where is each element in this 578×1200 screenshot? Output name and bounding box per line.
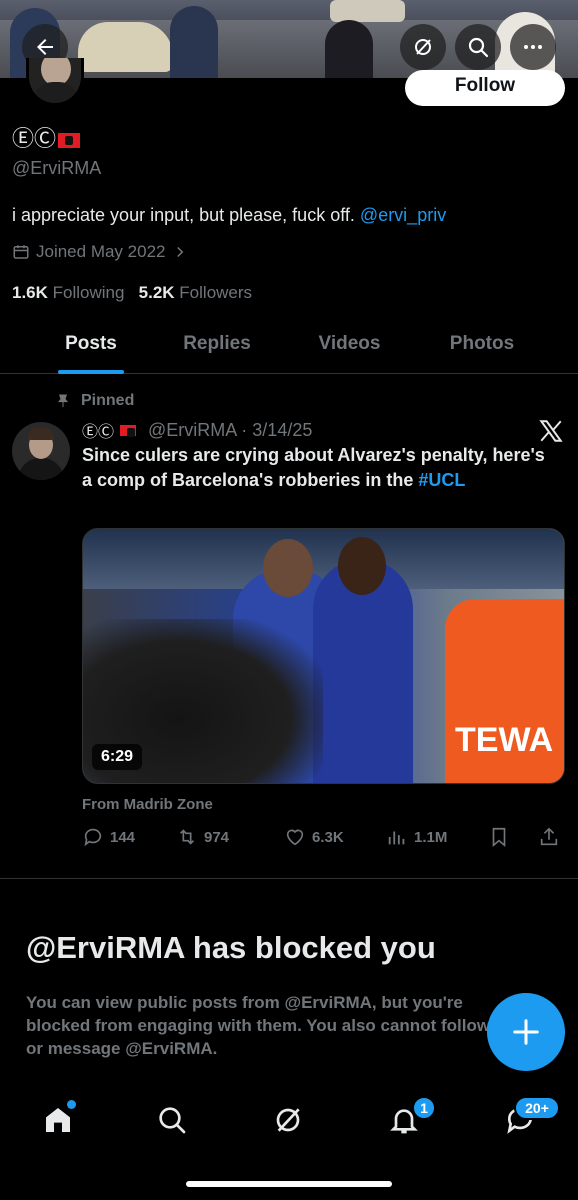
banner-figure: [325, 20, 373, 78]
post-text: Since culers are crying about Alvarez's …: [82, 443, 552, 493]
like-button[interactable]: 6.3K: [284, 826, 344, 848]
grok-button[interactable]: [400, 24, 446, 70]
pin-icon: [58, 394, 68, 407]
bookmark-icon: [492, 827, 506, 848]
nav-explore[interactable]: [152, 1100, 192, 1140]
nav-grok[interactable]: [268, 1100, 308, 1140]
repost-icon: [179, 829, 195, 845]
blocked-message: You can view public posts from @ErviRMA,…: [26, 993, 491, 1058]
avatar-body: [18, 458, 64, 480]
bio-text: i appreciate your input, but please, fuc…: [12, 205, 355, 225]
more-dots-icon: [524, 45, 542, 49]
video-duration: 6:29: [92, 744, 143, 770]
post-video[interactable]: TEWA: [82, 528, 565, 784]
arrow-left-icon: [37, 39, 53, 55]
share-button[interactable]: [538, 826, 560, 848]
repost-count: 974: [204, 828, 230, 846]
more-options-button[interactable]: [510, 24, 556, 70]
albania-flag-icon: [120, 424, 137, 437]
post-body: Since culers are crying about Alvarez's …: [82, 445, 545, 490]
tab-photos[interactable]: Photos: [447, 322, 517, 373]
repost-button[interactable]: 974: [176, 826, 229, 848]
followers-label: Followers: [179, 283, 253, 302]
share-icon: [540, 827, 558, 846]
search-icon: [159, 1107, 186, 1134]
heart-icon: [286, 829, 304, 846]
x-logo-icon[interactable]: [538, 418, 564, 444]
post-author-avatar[interactable]: [12, 422, 70, 480]
followers-count: 5.2K: [138, 283, 175, 302]
tab-posts[interactable]: Posts: [0, 322, 182, 373]
reply-button[interactable]: 144: [82, 826, 135, 848]
search-button[interactable]: [455, 24, 501, 70]
profile-tabs: Posts Replies Videos Photos: [0, 322, 578, 374]
home-unread-dot: [67, 1100, 76, 1109]
grok-icon: [415, 39, 431, 55]
follow-stats: 1.6K Following 5.2K Followers: [12, 283, 252, 303]
avatar-body: [33, 82, 79, 103]
notifications-badge: 1: [412, 1096, 436, 1120]
joined-text: Joined May 2022: [36, 242, 166, 261]
section-divider: [0, 878, 578, 879]
followers-link[interactable]: 5.2K Followers: [139, 283, 252, 302]
following-count: 1.6K: [12, 283, 48, 302]
banner-car-far: [330, 0, 405, 22]
views-count: 1.1M: [414, 828, 448, 846]
banner-figure: [170, 6, 218, 78]
views-button[interactable]: 1.1M: [386, 826, 447, 848]
messages-badge: 20+: [514, 1096, 560, 1120]
video-player-head: [263, 539, 313, 597]
nav-home[interactable]: [38, 1100, 78, 1140]
bio-mention-link[interactable]: @ervi_priv: [360, 205, 446, 225]
video-player-head: [338, 537, 386, 595]
display-name-text: ⒺⒸ: [12, 127, 57, 152]
plus-icon: [513, 1019, 539, 1045]
blocked-title: @ErviRMA has blocked you: [26, 930, 436, 965]
compose-button[interactable]: [487, 993, 565, 1071]
profile-display-name: ⒺⒸ: [12, 121, 81, 153]
video-steward-text: TEWA: [455, 721, 554, 759]
home-indicator[interactable]: [186, 1181, 392, 1187]
reply-icon: [84, 828, 102, 847]
follow-button[interactable]: Follow: [405, 70, 565, 106]
post-actions: 144 974 6.3K 1.1M: [82, 826, 564, 852]
tab-videos[interactable]: Videos: [252, 322, 447, 373]
post-author-name[interactable]: ⒺⒸ: [82, 418, 114, 442]
albania-flag-icon: [58, 132, 81, 148]
video-source[interactable]: From Madrib Zone: [82, 796, 213, 813]
calendar-icon: [13, 245, 29, 259]
post-author-handle[interactable]: @ErviRMA: [148, 420, 237, 441]
follow-button-label: Follow: [454, 75, 516, 96]
joined-date[interactable]: Joined May 2022: [12, 242, 189, 262]
following-link[interactable]: 1.6K Following: [12, 283, 124, 302]
profile-bio: i appreciate your input, but please, fuc…: [12, 205, 446, 226]
profile-handle: @ErviRMA: [12, 158, 102, 178]
bookmark-button[interactable]: [488, 826, 510, 848]
search-icon: [468, 37, 489, 58]
reply-count: 144: [110, 828, 136, 846]
tab-replies[interactable]: Replies: [182, 322, 252, 373]
post-date[interactable]: · 3/14/25: [241, 420, 312, 441]
like-count: 6.3K: [312, 828, 344, 846]
profile-avatar[interactable]: [26, 58, 84, 106]
banner-car: [78, 22, 173, 72]
post-hashtag[interactable]: #UCL: [418, 470, 465, 490]
avatar-hair: [28, 428, 54, 440]
following-label: Following: [52, 283, 125, 302]
post-header: ⒺⒸ @ErviRMA · 3/14/25: [82, 418, 312, 442]
views-chart-icon: [388, 831, 405, 845]
grok-icon: [276, 1108, 300, 1132]
pinned-label: Pinned: [81, 392, 135, 409]
chevron-right-icon: [177, 246, 184, 258]
pinned-indicator: Pinned: [55, 392, 134, 410]
